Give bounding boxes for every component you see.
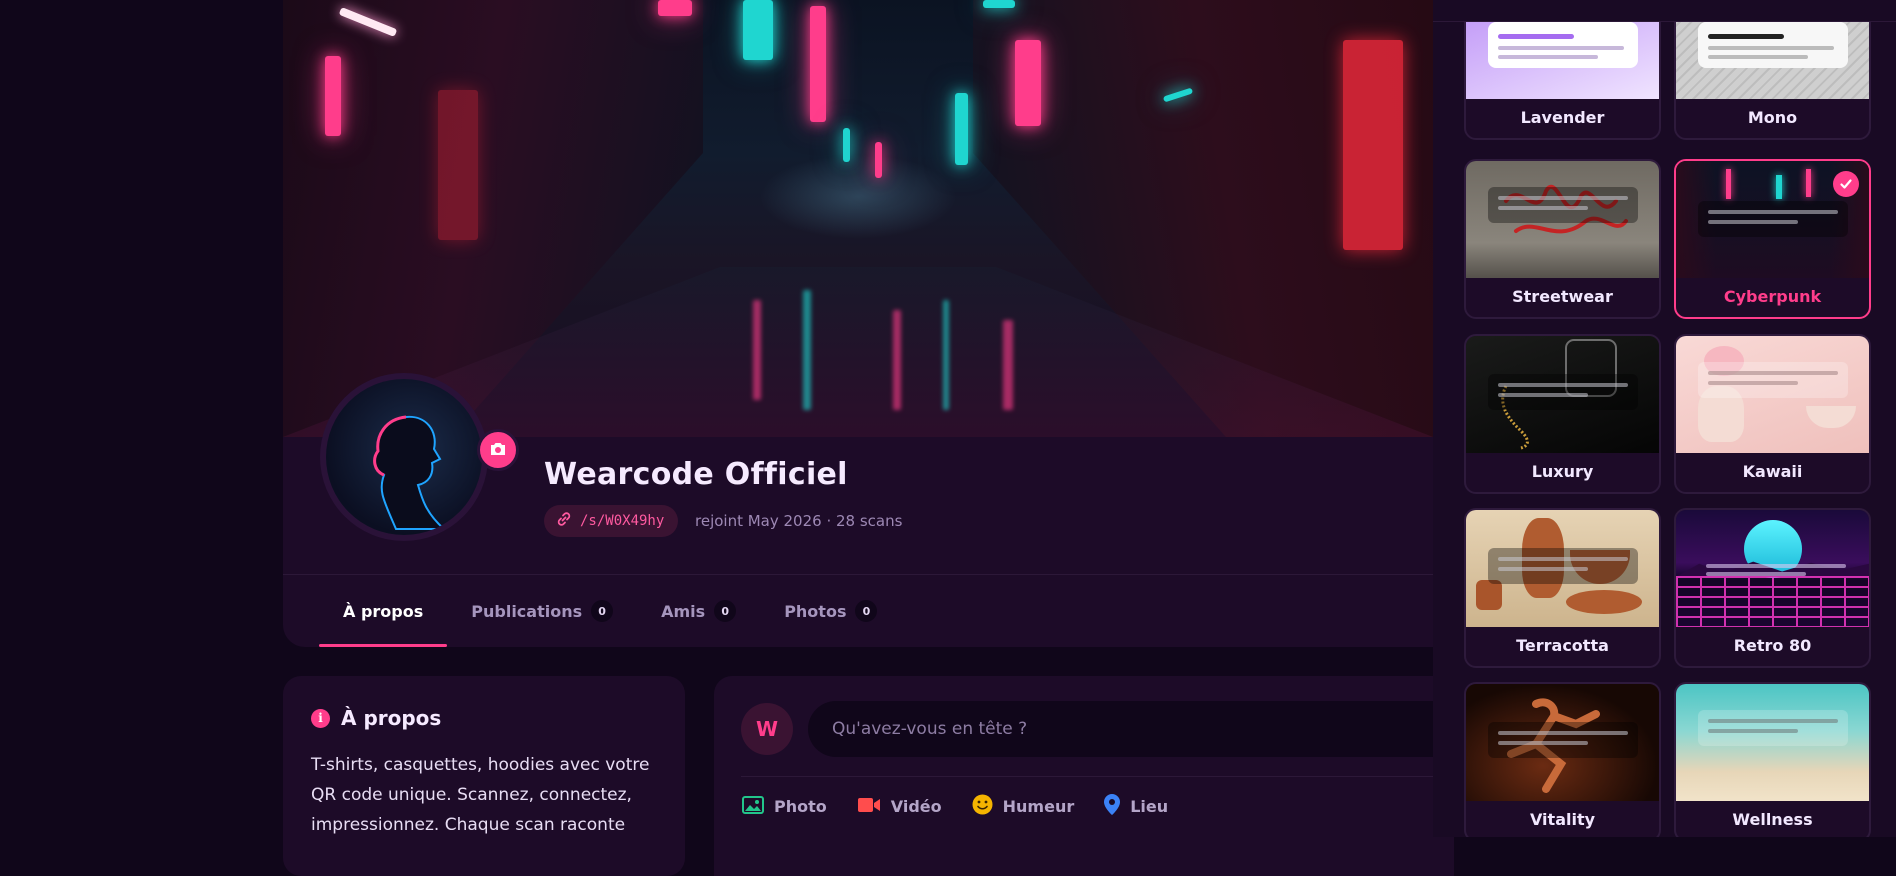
profile-card: Wearcode Officiel /s/W0X49hy rejoint May… [283, 373, 1433, 647]
neon-sign [658, 0, 692, 16]
theme-preview [1466, 684, 1659, 801]
tab-label: Publications [471, 601, 583, 621]
post-input[interactable]: Qu'avez-vous en tête ? [808, 701, 1468, 757]
theme-terracotta[interactable]: Terracotta [1464, 508, 1661, 668]
cover-image [283, 0, 1433, 437]
profile-tabs: À propos Publications 0 Amis 0 Photos 0 [319, 575, 901, 647]
camera-icon [490, 441, 506, 460]
divider [741, 776, 1441, 777]
preview-card [1488, 22, 1638, 68]
theme-panel: Lavender Mono Streetwear Cyberpunk Luxur… [1433, 0, 1896, 837]
theme-luxury[interactable]: Luxury [1464, 334, 1661, 494]
reflection [893, 310, 901, 410]
theme-label: Mono [1747, 108, 1798, 127]
video-button[interactable]: Vidéo [857, 794, 942, 819]
preview-card [1698, 362, 1848, 398]
post-composer: W Qu'avez-vous en tête ? Photo Vidéo Hum… [714, 676, 1468, 876]
neon-sign [875, 142, 882, 178]
tab-photos[interactable]: Photos 0 [760, 575, 901, 647]
tab-friends[interactable]: Amis 0 [637, 575, 760, 647]
theme-retro-80[interactable]: Retro 80 [1674, 508, 1871, 668]
tab-count: 0 [591, 600, 614, 622]
photo-button[interactable]: Photo [742, 794, 827, 819]
about-heading: i À propos [311, 706, 441, 730]
location-button[interactable]: Lieu [1104, 794, 1168, 819]
profile-name: Wearcode Officiel [544, 457, 848, 492]
preview-card [1488, 187, 1638, 223]
theme-kawaii[interactable]: Kawaii [1674, 334, 1871, 494]
theme-cyberpunk[interactable]: Cyberpunk [1674, 159, 1871, 319]
theme-streetwear[interactable]: Streetwear [1464, 159, 1661, 319]
profile-slug: /s/W0X49hy [580, 513, 665, 529]
theme-label: Wellness [1732, 810, 1813, 829]
theme-preview [1676, 510, 1869, 627]
preview-card [1698, 201, 1848, 237]
theme-label: Kawaii [1742, 462, 1803, 481]
neon-sign [325, 56, 341, 136]
profile-meta: rejoint May 2026 · 28 scans [695, 512, 903, 530]
info-icon: i [311, 708, 330, 728]
theme-vitality[interactable]: Vitality [1464, 682, 1661, 837]
tab-publications[interactable]: Publications 0 [447, 575, 637, 647]
theme-preview [1466, 510, 1659, 627]
about-card: i À propos T-shirts, casquettes, hoodies… [283, 676, 685, 876]
about-title: À propos [341, 706, 442, 730]
about-text: T-shirts, casquettes, hoodies avec votre… [311, 755, 650, 835]
composer-avatar: W [741, 703, 793, 755]
change-avatar-button[interactable] [477, 429, 519, 471]
neon-sign [983, 0, 1015, 8]
composer-actions: Photo Vidéo Humeur Lieu [742, 794, 1198, 819]
lit-window [438, 90, 478, 240]
neon-sign [1015, 40, 1041, 126]
theme-preview [1466, 161, 1659, 278]
theme-wellness[interactable]: Wellness [1674, 682, 1871, 837]
neon-sign [810, 6, 826, 122]
action-label: Humeur [1002, 797, 1075, 816]
theme-label: Terracotta [1516, 636, 1609, 655]
panel-header [1433, 0, 1896, 22]
theme-preview [1676, 336, 1869, 453]
action-label: Vidéo [890, 797, 942, 816]
mood-button[interactable]: Humeur [972, 794, 1075, 819]
theme-label: Lavender [1520, 108, 1605, 127]
action-label: Lieu [1130, 797, 1169, 816]
theme-label: Retro 80 [1733, 636, 1812, 655]
theme-preview [1676, 684, 1869, 801]
reflection [753, 300, 761, 400]
neon-sign [743, 0, 773, 60]
preview-card [1698, 22, 1848, 68]
preview-card [1488, 548, 1638, 584]
theme-label: Streetwear [1512, 287, 1613, 306]
neon-sign [843, 128, 850, 162]
preview-card [1488, 722, 1638, 758]
theme-preview [1466, 336, 1659, 453]
theme-label: Vitality [1529, 810, 1596, 829]
tab-about[interactable]: À propos [319, 575, 448, 647]
link-icon [556, 511, 580, 531]
tab-label: Photos [784, 601, 847, 621]
preview-card [1488, 374, 1638, 410]
tab-label: Amis [661, 601, 706, 621]
action-label: Photo [774, 797, 827, 816]
tab-count: 0 [855, 600, 878, 622]
lit-window [1343, 40, 1403, 250]
theme-label: Cyberpunk [1723, 287, 1822, 306]
image-icon [742, 795, 774, 818]
theme-label: Luxury [1531, 462, 1594, 481]
video-icon [857, 797, 891, 817]
tab-label: À propos [343, 601, 424, 621]
location-pin-icon [1104, 794, 1130, 819]
checkmark-icon [1833, 171, 1859, 197]
reflection [1003, 320, 1013, 410]
reflection [803, 290, 811, 410]
smile-icon [972, 794, 1003, 819]
avatar[interactable] [326, 379, 482, 535]
reflection [943, 300, 949, 410]
avatar-frame [320, 373, 519, 541]
profile-link[interactable]: /s/W0X49hy [544, 505, 679, 537]
neon-sign [955, 93, 968, 165]
tab-count: 0 [714, 600, 737, 622]
preview-card [1698, 710, 1848, 746]
